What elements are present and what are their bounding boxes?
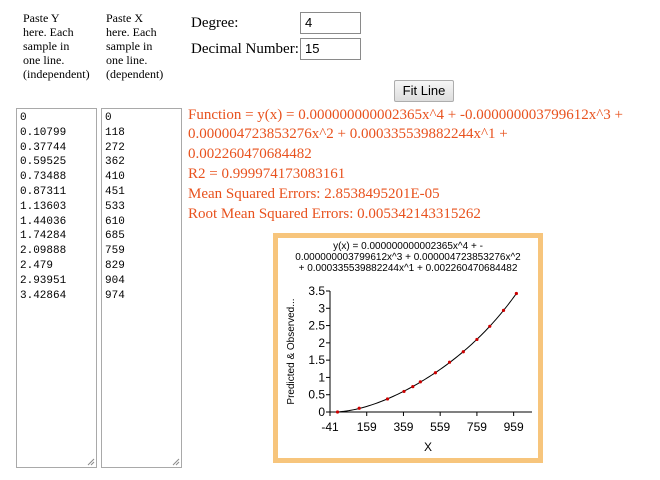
degree-input[interactable]: 4 <box>300 12 361 34</box>
y-label-line: (independent) <box>23 67 90 81</box>
x-value-line: 272 <box>105 141 125 154</box>
y-value-line: 2.479 <box>20 259 54 272</box>
degree-label: Degree: <box>191 15 239 31</box>
x-value-line: 610 <box>105 215 125 228</box>
y-axis-label: Predicted & Observed... <box>286 298 297 404</box>
y-value-line: 0.73488 <box>20 171 67 184</box>
function-line: 0.000004723853276x^2 + 0.000335539882244… <box>188 126 508 142</box>
y-input-label: Paste Y here. Each sample in one line. (… <box>23 11 101 81</box>
y-values-textarea[interactable]: 0 0.10799 0.37744 0.59525 0.73488 0.87311 1.13… <box>16 108 97 468</box>
x-label-line: one line. <box>106 53 148 67</box>
y-value-line: 0.59525 <box>20 156 67 169</box>
data-point <box>433 371 438 375</box>
y-value-line: 3.42864 <box>20 289 67 302</box>
chart-title-line: 0.000000003799612x^3 + 0.000004723853276… <box>295 252 521 263</box>
x-input-label: Paste X here. Each sample in one line. (… <box>106 11 186 81</box>
x-value-line: 118 <box>105 126 125 139</box>
y-value-line: 0 <box>20 112 27 124</box>
x-value-line: 904 <box>105 274 125 287</box>
data-point <box>488 324 492 328</box>
y-tick-label: 1 <box>318 370 325 384</box>
chart-title-line: y(x) = 0.000000000002365x^4 + - <box>333 241 483 252</box>
r2-result: R2 = 0.999974173083161 <box>188 166 346 182</box>
x-tick-label: 759 <box>467 420 487 434</box>
y-value-line: 1.13603 <box>20 200 67 213</box>
function-line: 0.002260470684482 <box>188 146 312 162</box>
y-tick-label: 2.5 <box>308 319 325 333</box>
x-label-line: (dependent) <box>106 67 164 81</box>
rmse-result: Root Mean Squared Errors: 0.005342143315… <box>188 206 481 222</box>
resize-grip-icon[interactable] <box>171 457 180 466</box>
x-value-line: 362 <box>105 156 125 169</box>
y-value-line: 2.93951 <box>20 274 67 287</box>
x-value-line: 0 <box>105 112 112 124</box>
y-value-line: 1.74284 <box>20 230 67 243</box>
chart-title-line: + 0.000335539882244x^1 + 0.0022604706844… <box>299 263 518 274</box>
x-value-line: 410 <box>105 171 125 184</box>
x-tick-label: 959 <box>504 420 524 434</box>
chart-frame: y(x) = 0.000000000002365x^4 + -0.0000000… <box>273 233 543 463</box>
x-value-line: 685 <box>105 230 125 243</box>
y-label-line: here. Each <box>23 25 74 39</box>
x-value-line: 974 <box>105 289 125 302</box>
data-point <box>418 380 422 384</box>
y-tick-label: 2 <box>318 336 325 350</box>
x-axis-label: X <box>424 440 432 454</box>
x-tick-label: 159 <box>357 420 377 434</box>
fit-line-button[interactable]: Fit Line <box>394 80 454 102</box>
fit-chart: y(x) = 0.000000000002365x^4 + -0.0000000… <box>286 241 532 454</box>
data-point <box>475 337 479 342</box>
y-tick-label: 3 <box>318 301 325 315</box>
y-value-line: 0.10799 <box>20 126 67 139</box>
y-label-line: one line. <box>23 53 65 67</box>
x-label-line: Paste X <box>106 11 143 25</box>
y-value-line: 0.37744 <box>20 141 67 154</box>
y-label-line: Paste Y <box>23 11 60 25</box>
x-value-line: 829 <box>105 259 125 272</box>
data-point <box>501 308 506 312</box>
data-point <box>461 350 465 354</box>
resize-grip-icon[interactable] <box>86 457 95 466</box>
data-point <box>447 360 452 364</box>
x-label-line: here. Each <box>106 25 157 39</box>
data-point <box>514 291 518 296</box>
data-point <box>411 384 415 389</box>
y-tick-label: 0 <box>318 405 325 419</box>
y-tick-label: 1.5 <box>308 353 325 367</box>
y-value-line: 0.87311 <box>20 185 67 198</box>
x-values-textarea[interactable]: 0 118 272 362 410 451 533 610 685 759 829 904 974 <box>101 108 182 468</box>
y-value-line: 1.44036 <box>20 215 67 228</box>
data-point <box>335 410 340 414</box>
x-tick-label: -41 <box>321 420 339 434</box>
y-tick-label: 3.5 <box>308 284 325 298</box>
x-value-line: 759 <box>105 245 125 258</box>
function-line: Function = y(x) = 0.000000000002365x^4 +… <box>188 107 623 123</box>
decimal-number-input[interactable]: 15 <box>300 38 361 60</box>
fit-curve-line <box>337 293 517 413</box>
decimal-number-label: Decimal Number: <box>191 41 299 57</box>
x-label-line: sample in <box>106 39 153 53</box>
x-tick-label: 359 <box>393 420 413 434</box>
y-value-line: 2.09888 <box>20 245 67 258</box>
mse-result: Mean Squared Errors: 2.8538495201E-05 <box>188 186 440 202</box>
data-point <box>357 406 361 410</box>
x-value-line: 533 <box>105 200 125 213</box>
x-value-line: 451 <box>105 185 125 198</box>
y-tick-label: 0.5 <box>308 388 325 402</box>
x-tick-label: 559 <box>430 420 450 434</box>
data-point <box>385 397 390 401</box>
y-label-line: sample in <box>23 39 70 53</box>
data-point <box>402 389 406 394</box>
